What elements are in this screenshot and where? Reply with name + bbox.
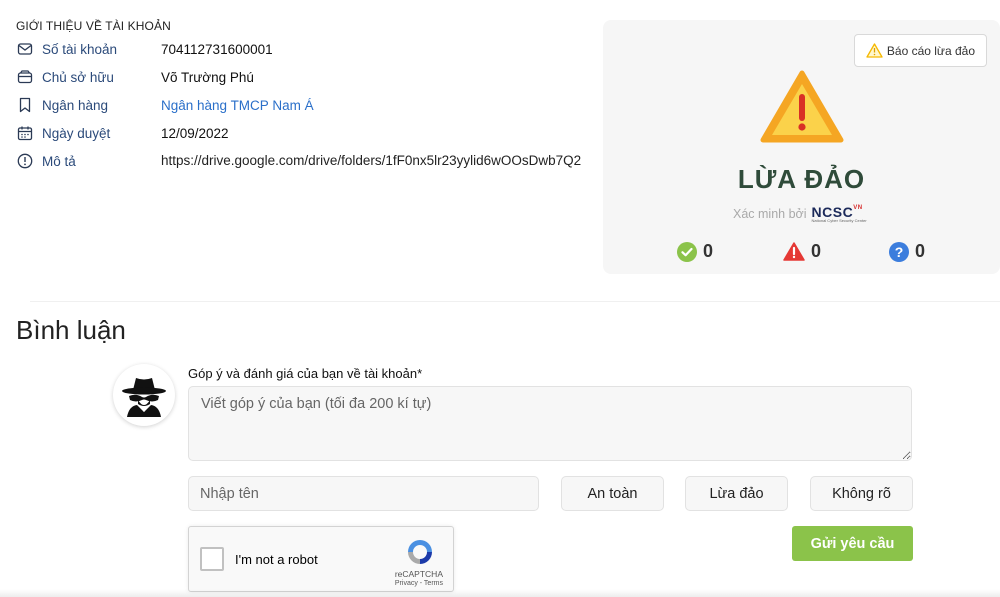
ncsc-logo-subtitle: National Cyber Security Center [811, 218, 867, 223]
choice-scam-button[interactable]: Lừa đảo [685, 476, 788, 511]
recaptcha-label: I'm not a robot [235, 552, 318, 567]
report-scam-button[interactable]: Báo cáo lừa đảo [853, 34, 987, 67]
check-circle-icon [677, 241, 697, 262]
bank-row: Ngân hàng Ngân hàng TMCP Nam Á [16, 95, 314, 115]
unknown-count-value: 0 [915, 241, 926, 261]
wallet-icon [16, 68, 34, 86]
spy-incognito-icon [122, 378, 166, 417]
owner-value: Võ Trường Phú [161, 69, 254, 85]
bank-link[interactable]: Ngân hàng TMCP Nam Á [161, 98, 314, 113]
warning-triangle-icon [760, 70, 844, 143]
approval-date-label: Ngày duyệt [42, 125, 111, 141]
bank-label: Ngân hàng [42, 97, 109, 113]
safe-count: 0 [677, 241, 713, 262]
description-label: Mô tả [42, 153, 76, 169]
scam-count-value: 0 [811, 241, 822, 261]
verdict-label: LỪA ĐẢO [737, 164, 866, 194]
description-clip: https://drive.google.com/drive/folders/1… [161, 153, 582, 168]
owner-label: Chủ sở hữu [42, 69, 114, 85]
safe-count-value: 0 [703, 241, 714, 261]
account-number-row: Số tài khoản 704112731600001 [16, 39, 273, 59]
report-scam-label: Báo cáo lừa đảo [886, 43, 975, 58]
bookmark-icon [16, 96, 34, 114]
account-number-value: 704112731600001 [161, 41, 273, 57]
account-number-label: Số tài khoản [42, 41, 118, 57]
status-panel: Báo cáo lừa đảo LỪA ĐẢO Xác minh bởi NCS… [603, 20, 1000, 274]
verified-by-label: Xác minh bởi [733, 207, 807, 221]
ncsc-logo: NCSCVN National Cyber Security Center [812, 205, 867, 223]
verified-by: Xác minh bởi NCSCVN National Cyber Secur… [733, 205, 867, 223]
owner-row: Chủ sở hữu Võ Trường Phú [16, 67, 254, 87]
recaptcha-checkbox[interactable] [200, 547, 224, 571]
scam-count: 0 [783, 241, 821, 262]
avatar [113, 364, 175, 426]
comments-title: Bình luận [16, 315, 126, 345]
warning-small-icon [866, 43, 883, 58]
comment-textarea[interactable] [188, 386, 912, 461]
recaptcha-terms-link[interactable]: Privacy - Terms [395, 580, 443, 587]
submit-button[interactable]: Gửi yêu cầu [792, 526, 913, 561]
account-info-title: GIỚI THIỆU VỀ TÀI KHOẢN [16, 19, 171, 33]
recaptcha-logo-icon [408, 540, 432, 564]
unknown-count: ? 0 [889, 241, 925, 262]
bottom-shadow [0, 589, 1000, 597]
info-icon [16, 152, 34, 170]
envelope-icon [16, 40, 34, 58]
approval-date-value: 12/09/2022 [161, 125, 229, 141]
description-row: Mô tả https://drive.google.com/drive/fol… [16, 151, 582, 171]
name-input[interactable] [188, 476, 539, 511]
choice-safe-button[interactable]: An toàn [561, 476, 664, 511]
comment-form-label: Góp ý và đánh giá của bạn về tài khoản* [188, 366, 423, 381]
svg-text:?: ? [895, 244, 904, 260]
section-divider [30, 301, 1000, 302]
ncsc-logo-suffix: VN [853, 205, 863, 211]
description-value: https://drive.google.com/drive/folders/1… [161, 153, 582, 168]
recaptcha-brand: reCAPTCHA [394, 569, 443, 579]
approval-date-row: Ngày duyệt 12/09/2022 [16, 123, 229, 143]
alert-triangle-icon [783, 242, 805, 261]
choice-unknown-button[interactable]: Không rõ [810, 476, 913, 511]
calendar-icon [16, 124, 34, 142]
recaptcha-widget: I'm not a robot reCAPTCHA Privacy - Term… [188, 526, 454, 592]
question-circle-icon: ? [889, 241, 909, 262]
